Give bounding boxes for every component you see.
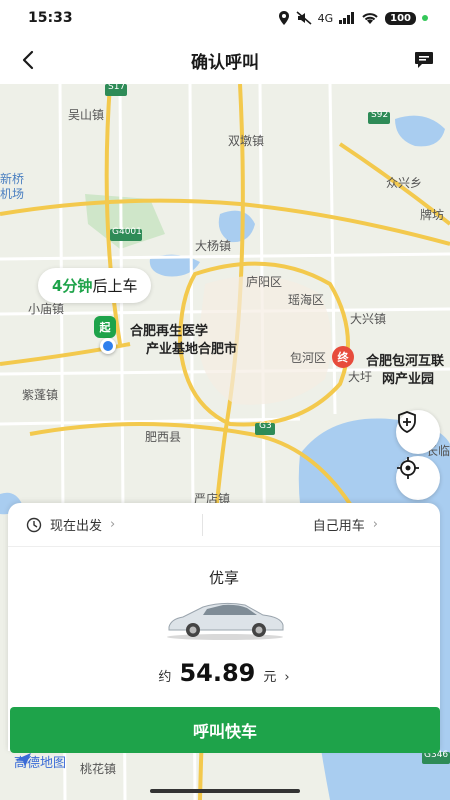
chevron-right-icon: › <box>372 517 378 532</box>
amap-logo-icon <box>15 753 31 767</box>
back-arrow-icon <box>22 50 34 70</box>
map-label: 众兴乡 <box>386 176 423 190</box>
battery-icon: 100 <box>385 11 416 25</box>
status-time: 15:33 <box>28 10 73 26</box>
map-label: 大圩 <box>348 370 373 384</box>
road-badge-s92: S92 <box>371 110 389 120</box>
map-label: 牌坊 <box>420 208 445 222</box>
current-location-marker <box>100 338 116 354</box>
start-pin[interactable]: 起 <box>94 316 116 338</box>
road-badge-s17: S17 <box>108 84 126 92</box>
end-pin[interactable]: 终 <box>332 346 354 368</box>
start-place-label: 合肥再生医学 <box>130 324 209 339</box>
nav-bar: 确认呼叫 <box>0 36 450 84</box>
home-indicator[interactable] <box>150 789 300 793</box>
eta-suffix: 后上车 <box>92 277 138 295</box>
shield-icon <box>398 411 416 433</box>
options-row: 现在出发 › 自己用车 › <box>8 503 440 547</box>
end-place-label: 合肥包河互联 <box>366 354 445 369</box>
status-bar: 15:33 4G 100 <box>0 0 450 36</box>
car-type-name: 优享 <box>208 569 239 587</box>
depart-time-label: 现在出发 <box>50 519 103 534</box>
call-ride-button[interactable]: 呼叫快车 <box>10 707 440 753</box>
map-label: 大兴镇 <box>350 312 387 326</box>
wifi-icon <box>362 12 378 24</box>
status-dot-icon <box>422 15 428 21</box>
road-badge-g4001: G4001 <box>112 227 142 237</box>
safety-button[interactable] <box>396 410 440 454</box>
eta-time: 4分钟 <box>52 277 93 295</box>
map-label: 大杨镇 <box>195 239 232 253</box>
clock-icon <box>26 517 42 532</box>
status-icons: 4G 100 <box>278 11 428 25</box>
start-place-label-line2: 产业基地合肥市 <box>146 342 238 357</box>
crosshair-icon <box>397 457 419 479</box>
map-label: 包河区 <box>290 351 327 365</box>
signal-icon <box>339 12 355 24</box>
network-type: 4G <box>317 11 334 25</box>
page-title: 确认呼叫 <box>191 52 259 73</box>
price-prefix: 约 <box>158 670 172 685</box>
map-label: 桃花镇 <box>80 762 117 776</box>
mute-icon <box>296 11 312 25</box>
passenger-option[interactable]: 自己用车 › <box>203 515 441 534</box>
map-label: 机场 <box>0 187 25 201</box>
locate-button[interactable] <box>396 456 440 500</box>
map-label: 紫蓬镇 <box>22 388 59 402</box>
map-label: 肥西县 <box>145 430 182 444</box>
map-label: 庐阳区 <box>246 275 283 289</box>
amap-logo: 高德地图 <box>14 752 66 771</box>
map-label: 双墩镇 <box>228 134 265 148</box>
road-badge-g3: G3 <box>259 421 272 431</box>
price-unit: 元 <box>263 670 277 685</box>
location-icon <box>278 11 289 25</box>
chevron-right-icon: › <box>110 517 116 532</box>
message-button[interactable] <box>412 48 436 72</box>
price-value: 54.89 <box>179 659 256 687</box>
passenger-label: 自己用车 <box>312 519 365 534</box>
end-place-label-line2: 网产业园 <box>382 372 435 387</box>
eta-bubble: 4分钟后上车 <box>38 268 152 303</box>
car-icon <box>167 602 284 640</box>
map-label: 瑶海区 <box>288 293 325 307</box>
price-estimate[interactable]: 约 54.89 元 › <box>8 659 440 687</box>
depart-time-option[interactable]: 现在出发 › <box>8 515 202 534</box>
back-button[interactable] <box>14 46 42 74</box>
map-label: 吴山镇 <box>68 108 105 122</box>
message-icon <box>415 52 433 68</box>
chevron-right-icon: › <box>284 670 290 685</box>
